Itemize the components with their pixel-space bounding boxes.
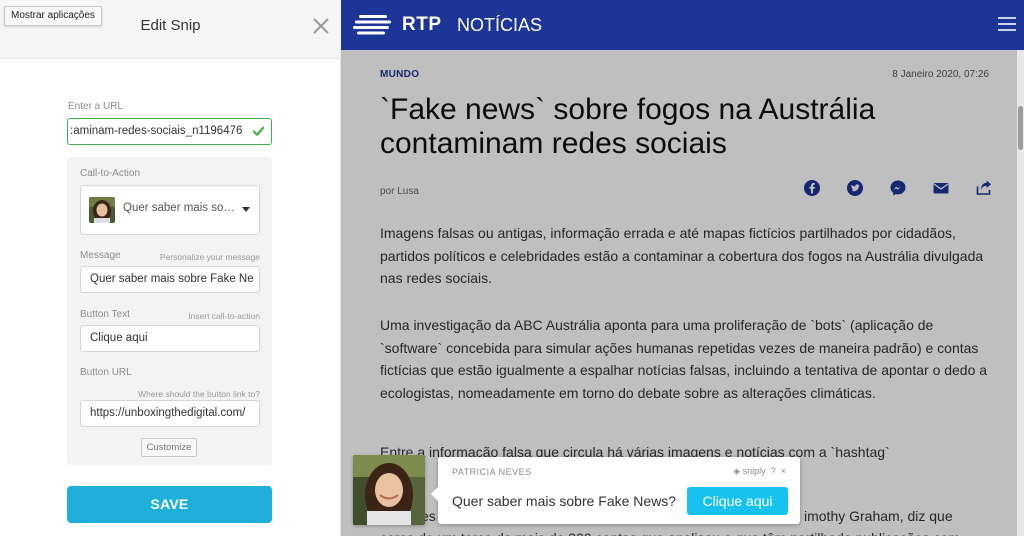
- logo-rtp-text: RTP: [402, 14, 442, 35]
- customize-button[interactable]: Customize: [141, 438, 197, 457]
- chevron-down-icon: [242, 207, 250, 212]
- cta-select[interactable]: Quer saber mais sobre Fake News?: [80, 185, 260, 235]
- button-url-label: Button URL: [80, 367, 132, 378]
- button-text-input[interactable]: Clique aqui: [80, 325, 260, 352]
- snip-sender-name: PATRICIA NEVES: [452, 467, 532, 477]
- tooltip: Mostrar aplicações: [4, 6, 102, 26]
- edit-snip-panel: Edit Snip Mostrar aplicações Enter a URL…: [0, 0, 341, 536]
- save-button[interactable]: SAVE: [67, 486, 272, 523]
- url-input[interactable]: :aminam-redes-sociais_n1196476: [67, 118, 272, 145]
- article-page: RTP NOTÍCIAS MUNDO 8 Janeiro 2020, 07:26…: [341, 0, 1024, 536]
- logo-news-text: NOTÍCIAS: [457, 15, 543, 35]
- avatar: [89, 197, 115, 223]
- site-header: RTP NOTÍCIAS: [341, 0, 1024, 50]
- help-icon[interactable]: ?: [768, 466, 776, 476]
- button-text-label: Button Text: [80, 309, 130, 320]
- url-value: :aminam-redes-sociais_n1196476: [70, 125, 243, 137]
- message-hint: Personalize your message: [159, 252, 260, 262]
- snip-avatar: [353, 455, 425, 525]
- button-url-input[interactable]: https://unboxingthedigital.com/: [80, 400, 260, 427]
- snip-card: PATRICIA NEVES ◈ sniply ? × Quer saber m…: [431, 457, 800, 524]
- sniply-logo-icon: ◈: [733, 466, 741, 476]
- message-input[interactable]: Quer saber mais sobre Fake Ne: [80, 266, 260, 293]
- snip-cta-button[interactable]: Clique aqui: [687, 487, 788, 515]
- url-label: Enter a URL: [68, 101, 124, 112]
- snip-message: Quer saber mais sobre Fake News?: [452, 493, 677, 509]
- check-icon: [252, 126, 265, 136]
- button-text-hint: Insert call-to-action: [188, 311, 260, 321]
- message-label: Message: [80, 250, 121, 261]
- close-icon[interactable]: ×: [778, 466, 786, 476]
- cta-label: Call-to-Action: [80, 168, 141, 179]
- cta-selected-value: Quer saber mais sobre Fake News?: [123, 202, 241, 214]
- menu-icon[interactable]: [998, 17, 1016, 32]
- close-icon[interactable]: [311, 16, 331, 36]
- sniply-brand-text: sniply: [742, 466, 766, 476]
- scrollbar-thumb[interactable]: [1018, 106, 1023, 150]
- scrollbar[interactable]: [1017, 50, 1024, 536]
- button-url-hint: Where should the button link to?: [138, 389, 260, 399]
- rtp-logo-mark: [353, 15, 391, 35]
- sniply-brand[interactable]: ◈ sniply ? ×: [733, 466, 786, 477]
